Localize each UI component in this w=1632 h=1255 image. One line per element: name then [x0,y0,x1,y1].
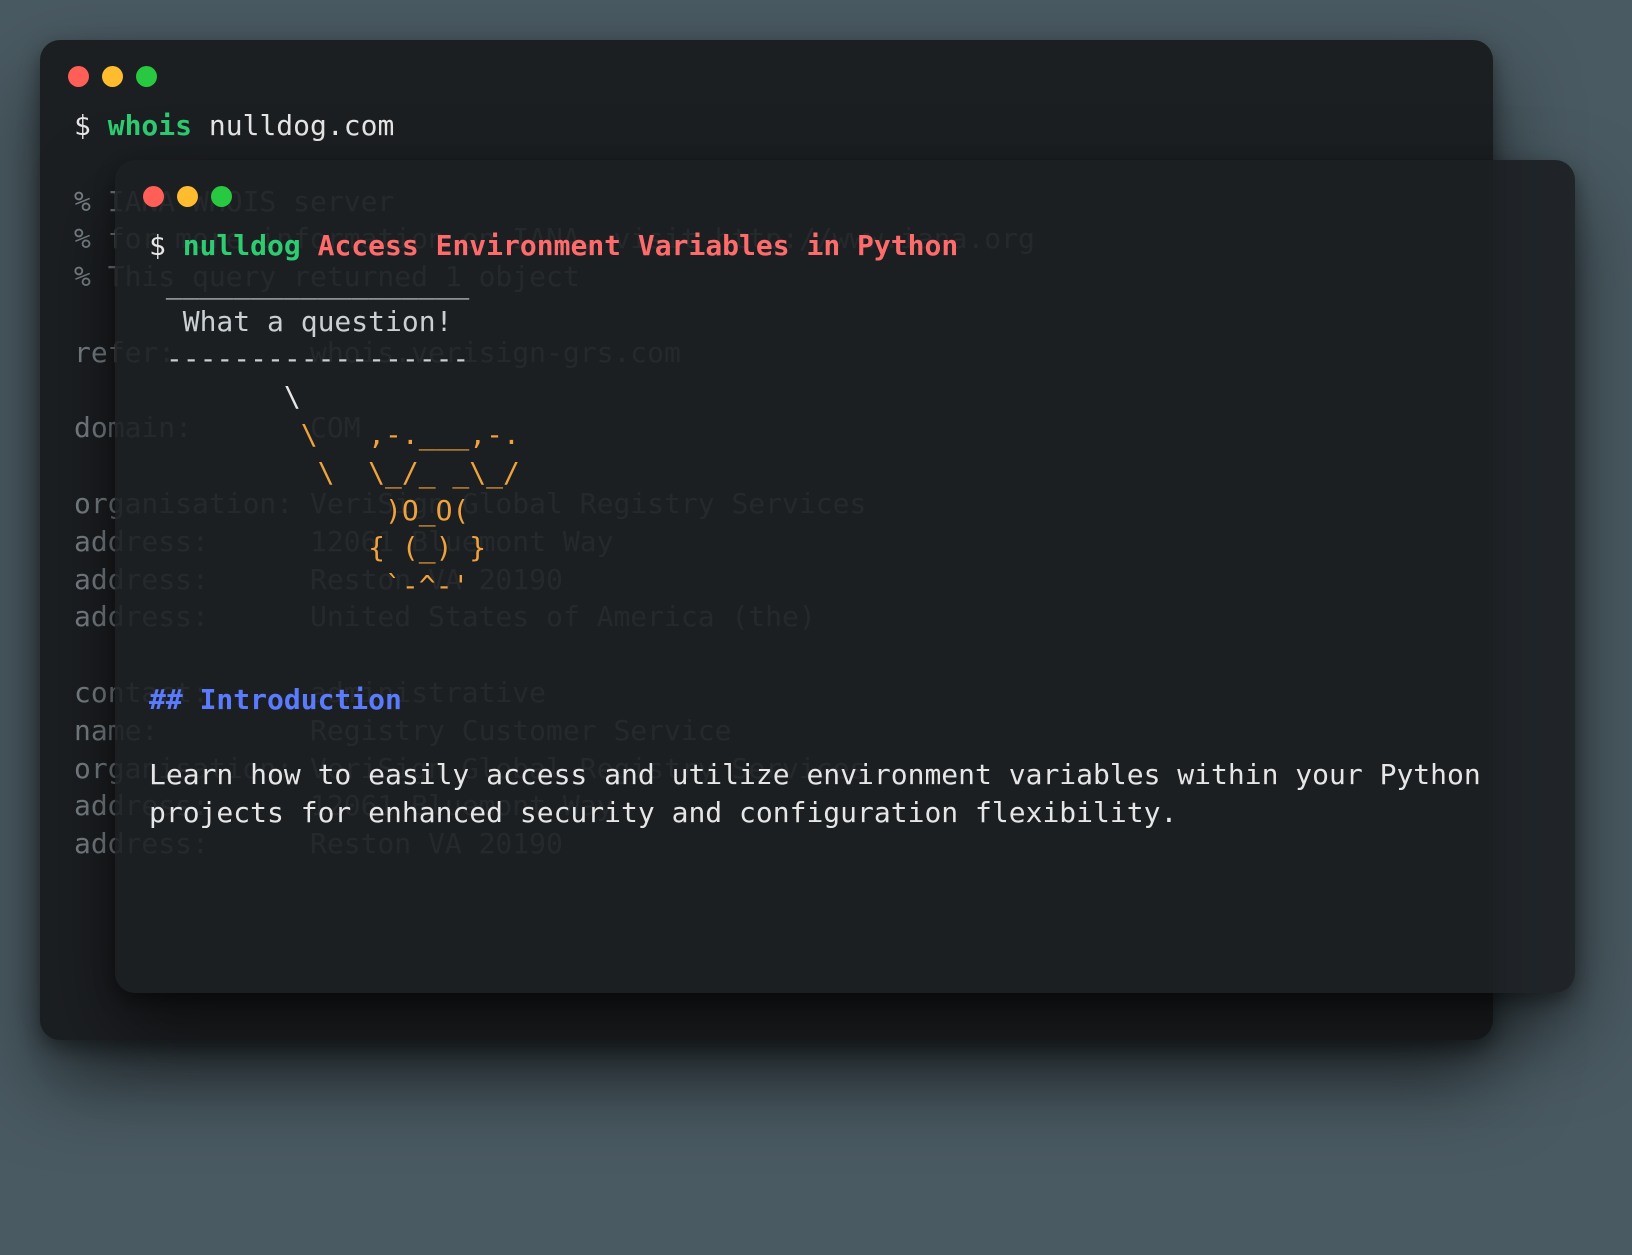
close-icon[interactable] [68,66,89,87]
titlebar-front [115,160,1575,217]
intro-paragraph: Learn how to easily access and utilize e… [149,758,1498,829]
zoom-icon[interactable] [211,186,232,207]
prompt-symbol: $ [74,109,108,142]
minimize-icon[interactable] [177,186,198,207]
terminal-window-front: $ nulldog Access Environment Variables i… [115,160,1575,993]
prompt-symbol: $ [149,229,183,262]
cowsay-art-line: \ ,-.___,-. [149,418,520,451]
command-name: nulldog [183,229,301,262]
speech-bubble-bottom: ------------------ [149,342,469,375]
cowsay-art-line: )O_O( [149,494,469,527]
speech-bubble-text: What a question! [149,305,452,338]
terminal-body-front: $ nulldog Access Environment Variables i… [115,217,1575,862]
speech-bubble-top: __________________ [149,267,469,300]
command-arg: Access Environment Variables in Python [318,229,959,262]
cowsay-art-line: \ \_/_ _\_/ [149,456,520,489]
cowsay-art-line: { (_) } [149,531,486,564]
titlebar-back [40,40,1493,97]
cowsay-art-line: `-^-' [149,569,469,602]
close-icon[interactable] [143,186,164,207]
cowsay-art-line: \ [149,380,301,413]
minimize-icon[interactable] [102,66,123,87]
section-heading: ## Introduction [149,683,402,716]
command-name: whois [108,109,192,142]
zoom-icon[interactable] [136,66,157,87]
command-arg: nulldog.com [209,109,394,142]
